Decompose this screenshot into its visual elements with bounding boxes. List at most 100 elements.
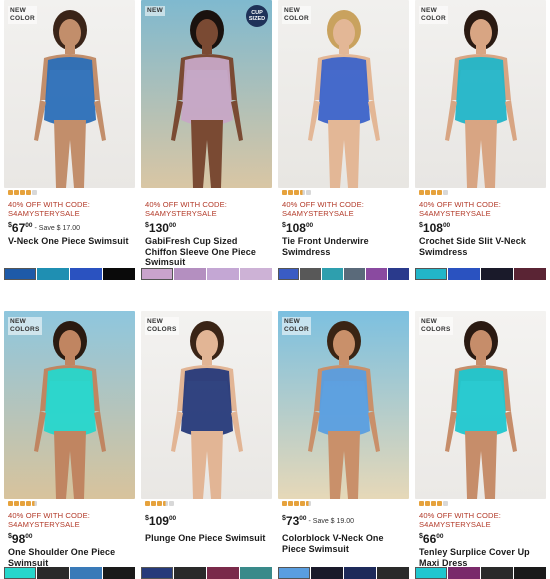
color-swatch[interactable] — [240, 567, 272, 579]
star-icon — [419, 501, 424, 506]
price: $10800 — [419, 221, 450, 235]
star-icon — [425, 501, 430, 506]
product-title[interactable]: Tenley Surplice Cover Up Maxi Dress — [419, 547, 546, 568]
star-icon — [8, 501, 13, 506]
color-swatch[interactable] — [103, 268, 135, 280]
color-swatch[interactable] — [311, 567, 343, 579]
star-icon — [288, 501, 293, 506]
product-title[interactable]: Plunge One Piece Swimsuit — [145, 533, 272, 544]
product-card[interactable]: NEW COLORS $10900 Plunge One Piece Swimsui… — [141, 311, 272, 579]
cup-sized-badge: CUP SIZED — [246, 5, 268, 27]
product-image[interactable]: NEW COLOR — [415, 0, 546, 188]
color-swatch[interactable] — [174, 268, 206, 280]
color-swatch[interactable] — [37, 567, 69, 579]
color-swatch[interactable] — [70, 567, 102, 579]
savings-text: - Save $ 17.00 — [34, 225, 81, 232]
rating-stars — [419, 190, 448, 195]
new-color-badge: NEW COLOR — [8, 6, 37, 24]
star-icon — [163, 501, 168, 506]
product-image[interactable]: NEW CUP SIZED — [141, 0, 272, 188]
product-title[interactable]: Crochet Side Slit V-Neck Swimdress — [419, 236, 546, 257]
price: $13000 — [145, 221, 176, 235]
color-swatch[interactable] — [278, 567, 310, 579]
color-swatch[interactable] — [388, 268, 409, 280]
star-icon — [425, 190, 430, 195]
product-image[interactable]: NEW COLOR — [278, 0, 409, 188]
color-swatch[interactable] — [141, 567, 173, 579]
model-photo — [278, 311, 409, 499]
price-whole: 130 — [148, 221, 169, 235]
price-cents: 00 — [25, 533, 33, 540]
color-swatch[interactable] — [344, 268, 365, 280]
price: $7300- Save $ 19.00 — [282, 514, 354, 528]
rating-stars — [282, 190, 311, 195]
new-color-badge: NEW COLORS — [145, 317, 179, 335]
product-title[interactable]: One Shoulder One Piece Swimsuit — [8, 547, 135, 568]
product-image[interactable]: NEW COLOR — [4, 0, 135, 188]
color-swatch[interactable] — [415, 567, 447, 579]
color-swatch[interactable] — [514, 567, 546, 579]
color-swatch[interactable] — [448, 567, 480, 579]
color-swatches — [4, 268, 135, 280]
rating-stars — [8, 190, 37, 195]
model-photo — [4, 311, 135, 499]
product-title[interactable]: Tie Front Underwire Swimdress — [282, 236, 409, 257]
star-icon — [443, 190, 448, 195]
product-card[interactable]: NEW COLOR $7300- Save $ 19.00 Colorblock V… — [278, 311, 409, 579]
product-card[interactable]: NEW COLOR 40% OFF WITH CODE: S4AMYSTERYSA… — [278, 0, 409, 280]
product-card[interactable]: NEW CUP SIZED 40% OFF WITH CODE: S4AMYSTER… — [141, 0, 272, 280]
color-swatch[interactable] — [37, 268, 69, 280]
color-swatch[interactable] — [344, 567, 376, 579]
product-image[interactable]: NEW COLORS — [415, 311, 546, 499]
price: $9800 — [8, 532, 33, 546]
color-swatch[interactable] — [141, 268, 173, 280]
product-image[interactable]: NEW COLORS — [4, 311, 135, 499]
color-swatch[interactable] — [481, 268, 513, 280]
product-card[interactable]: NEW COLORS 40% OFF WITH CODE: S4AMYSTERYS… — [4, 311, 135, 579]
product-card[interactable]: NEW COLOR 40% OFF WITH CODE: S4AMYSTERYSA… — [415, 0, 546, 280]
color-swatch[interactable] — [103, 567, 135, 579]
color-swatch[interactable] — [207, 268, 239, 280]
price: $6700- Save $ 17.00 — [8, 221, 80, 235]
color-swatch[interactable] — [4, 567, 36, 579]
color-swatch[interactable] — [366, 268, 387, 280]
price-whole: 108 — [422, 221, 443, 235]
color-swatches — [141, 268, 272, 280]
star-icon — [145, 501, 150, 506]
color-swatch[interactable] — [481, 567, 513, 579]
product-card[interactable]: NEW COLOR 40% OFF WITH CODE: S4AMYSTERYSA… — [4, 0, 135, 280]
product-card[interactable]: NEW COLORS 40% OFF WITH CODE: S4AMYSTERYS… — [415, 311, 546, 579]
color-swatch[interactable] — [278, 268, 299, 280]
product-title[interactable]: V-Neck One Piece Swimsuit — [8, 236, 135, 247]
price-cents: 00 — [168, 222, 177, 229]
star-icon — [14, 190, 19, 195]
price-cents: 00 — [25, 222, 33, 229]
product-title[interactable]: Colorblock V-Neck One Piece Swimsuit — [282, 533, 409, 554]
color-swatch[interactable] — [4, 268, 36, 280]
color-swatch[interactable] — [207, 567, 239, 579]
star-icon — [288, 190, 293, 195]
product-image[interactable]: NEW COLOR — [278, 311, 409, 499]
model-photo — [4, 0, 135, 188]
color-swatch[interactable] — [174, 567, 206, 579]
promo-code-text: 40% OFF WITH CODE: S4AMYSTERYSALE — [419, 200, 501, 218]
color-swatch[interactable] — [514, 268, 546, 280]
color-swatch[interactable] — [322, 268, 343, 280]
product-title[interactable]: GabiFresh Cup Sized Chiffon Sleeve One P… — [145, 236, 272, 268]
price-whole: 108 — [285, 221, 306, 235]
star-icon — [300, 190, 305, 195]
price-cents: 00 — [168, 515, 177, 522]
price-whole: 73 — [285, 514, 300, 528]
color-swatch[interactable] — [377, 567, 409, 579]
new-color-badge: NEW COLORS — [419, 317, 453, 335]
star-icon — [32, 501, 37, 506]
color-swatch[interactable] — [415, 268, 447, 280]
new-color-badge: NEW — [145, 6, 166, 16]
color-swatch[interactable] — [240, 268, 272, 280]
star-icon — [14, 501, 19, 506]
product-image[interactable]: NEW COLORS — [141, 311, 272, 499]
new-color-badge: NEW COLOR — [282, 6, 311, 24]
color-swatch[interactable] — [70, 268, 102, 280]
color-swatch[interactable] — [300, 268, 321, 280]
color-swatch[interactable] — [448, 268, 480, 280]
